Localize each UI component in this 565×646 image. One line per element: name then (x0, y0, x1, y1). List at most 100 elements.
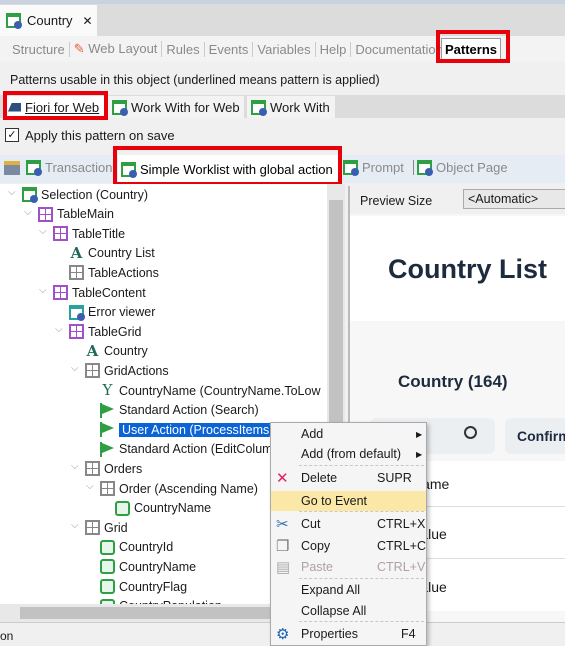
menu-item-add[interactable]: Add ▶ (271, 424, 426, 444)
confirm-button[interactable]: Confirm (505, 418, 565, 454)
preview-grid-title: Country (164) (398, 372, 508, 391)
expand-chevron-icon[interactable]: ⌵ (8, 187, 16, 198)
flag-icon (100, 402, 115, 418)
menu-item-shortcut: SUPR (377, 471, 412, 485)
table-icon (53, 285, 68, 300)
expand-chevron-icon[interactable]: ⌵ (39, 285, 47, 296)
expand-chevron-icon[interactable]: ⌵ (39, 226, 47, 237)
tree-item[interactable]: TableTitle (53, 224, 125, 243)
attribute-icon (115, 500, 130, 516)
menu-item-label: Collapse All (301, 604, 367, 618)
tab-help[interactable]: Help (316, 41, 352, 57)
tree-item[interactable]: TableGrid (69, 322, 142, 341)
tree-item[interactable]: A Country (85, 342, 148, 361)
tree-item[interactable]: User Action (ProcessItems) (100, 420, 277, 439)
pattern-tab-work-with-for-web[interactable]: Work With for Web (108, 96, 244, 118)
tab-structure[interactable]: Structure (8, 41, 70, 57)
tree-item[interactable]: Y CountryName (CountryName.ToLow (100, 381, 321, 400)
menu-item-cut[interactable]: ✂ Cut CTRL+X (271, 514, 426, 534)
tree-item[interactable]: Grid (85, 518, 128, 537)
instance-tab-prompt[interactable]: Prompt (343, 160, 404, 176)
highlight-patterns (436, 30, 510, 63)
flag-icon (100, 422, 115, 438)
apply-on-save-checkbox[interactable]: ✓ (5, 128, 19, 142)
tree-item[interactable]: A Country List (69, 244, 155, 263)
menu-item-paste[interactable]: ▤ Paste CTRL+V (271, 557, 426, 577)
status-text: on (0, 629, 14, 643)
instance-tab-transaction[interactable]: Transaction (26, 160, 113, 176)
tree-item-label: Error viewer (88, 305, 156, 320)
tree-item-label: TableMain (57, 207, 114, 222)
tree-item[interactable]: CountryName (100, 557, 196, 576)
orders-icon (100, 481, 115, 496)
tab-variables[interactable]: Variables (253, 41, 316, 57)
submenu-arrow-icon: ▶ (416, 449, 423, 459)
tree-item[interactable]: TableContent (53, 283, 146, 302)
menu-item-collapse-all[interactable]: Collapse All (271, 601, 426, 621)
filter-icon: Y (102, 381, 113, 399)
attribute-icon (100, 559, 115, 575)
tree-item-label: Standard Action (Search) (119, 403, 259, 418)
table-icon (38, 206, 53, 222)
tab-label: Transaction (45, 160, 113, 175)
menu-item-properties[interactable]: ⚙ Properties F4 (271, 624, 426, 644)
expand-chevron-icon[interactable]: ⌵ (55, 324, 63, 335)
instance-tab-object-page[interactable]: Object Page (413, 160, 508, 176)
pattern-tab-work-with[interactable]: Work With (247, 96, 335, 118)
menu-item-copy[interactable]: ❐ Copy CTRL+C (271, 536, 426, 556)
expand-chevron-icon[interactable]: ⌵ (86, 481, 94, 492)
menu-item-shortcut: CTRL+C (377, 539, 426, 553)
tab-label: Web Layout (88, 41, 158, 56)
orders-icon (85, 461, 100, 477)
pattern-tab-label: Work With (270, 99, 330, 115)
tab-rules[interactable]: Rules (162, 41, 205, 57)
menu-item-shortcut: CTRL+V (377, 560, 426, 574)
menu-item-expand-all[interactable]: Expand All (271, 580, 426, 600)
apply-on-save-label: Apply this pattern on save (25, 128, 175, 143)
tree-item-label: CountryName (CountryName.ToLow (119, 383, 321, 398)
tree-item-label: Orders (104, 461, 143, 476)
menu-item-label: Add (301, 427, 324, 441)
expand-chevron-icon[interactable]: ⌵ (71, 363, 79, 374)
tree-item-label: User Action (ProcessItems) (119, 422, 277, 437)
tab-events[interactable]: Events (205, 41, 254, 57)
tree-item[interactable]: TableActions (69, 263, 159, 282)
menu-item-go-to-event[interactable]: Go to Event (271, 491, 426, 511)
tree-item[interactable]: Error viewer (69, 303, 155, 322)
expand-chevron-icon[interactable]: ⌵ (24, 207, 32, 218)
transaction-icon (26, 160, 42, 176)
tree-item[interactable]: CountryFlag (100, 577, 187, 596)
document-tab[interactable]: Country ✕ (0, 5, 97, 36)
menu-item-delete[interactable]: ✕ Delete SUPR (271, 468, 426, 488)
tree-item[interactable]: Selection (Country) (22, 185, 148, 204)
menu-separator (299, 465, 424, 466)
menu-item-add-from-default[interactable]: Add (from default) ▶ (271, 444, 426, 464)
tree-item[interactable]: CountryName (115, 499, 211, 518)
tab-documentation[interactable]: Documentation (351, 42, 446, 57)
tree-item-label: CountryId (119, 540, 174, 555)
horizontal-scrollbar-thumb[interactable] (20, 607, 270, 619)
tree-item[interactable]: CountryId (100, 538, 173, 557)
tree-item[interactable]: Order (Ascending Name) (100, 479, 258, 498)
highlight-fiori (3, 91, 108, 120)
menu-item-label: Expand All (301, 583, 361, 597)
tree-item[interactable]: Standard Action (Search) (100, 401, 259, 420)
tab-web-layout[interactable]: ✎ Web Layout (70, 41, 163, 57)
folder-icon[interactable] (4, 161, 20, 175)
close-icon[interactable]: ✕ (83, 14, 93, 28)
attribute-icon (100, 579, 115, 594)
menu-item-label: Delete (301, 471, 338, 485)
tree-item[interactable]: Orders (85, 459, 142, 478)
tree-item[interactable]: Standard Action (EditColum (100, 440, 273, 459)
expand-chevron-icon[interactable]: ⌵ (71, 461, 79, 472)
menu-separator (299, 621, 424, 622)
copy-icon: ❐ (276, 538, 290, 555)
expand-chevron-icon[interactable]: ⌵ (71, 520, 79, 531)
menu-separator (299, 511, 424, 512)
document-tab-title: Country (27, 13, 73, 28)
tree-item[interactable]: TableMain (38, 205, 114, 224)
menu-item-shortcut: F4 (401, 627, 416, 641)
tree-item[interactable]: GridActions (85, 361, 169, 380)
context-menu: Add ▶ Add (from default) ▶ ✕ Delete SUPR Go to … (270, 422, 427, 646)
preview-size-select[interactable]: <Automatic> (463, 189, 565, 209)
